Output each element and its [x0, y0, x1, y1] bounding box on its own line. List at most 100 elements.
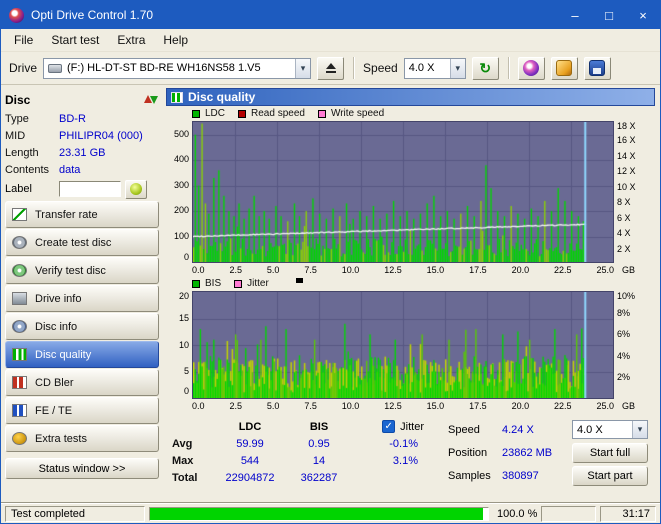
bis-column-header: BIS — [309, 420, 329, 433]
speed-stat-label: Speed — [448, 423, 480, 436]
drive-label: Drive — [9, 61, 38, 75]
sidebar-item-fe-te[interactable]: FE / TE — [5, 397, 159, 424]
start-part-button[interactable]: Start part — [572, 465, 648, 486]
disc-length-label: Length — [5, 146, 39, 159]
x-axis-unit: GB — [622, 400, 636, 411]
disc-contents-row: Contents data — [5, 161, 159, 178]
menu-file[interactable]: File — [5, 33, 42, 47]
write-speed-legend-swatch — [317, 109, 326, 118]
disc-tool-button[interactable] — [517, 56, 545, 80]
sidebar-item-cd-bler[interactable]: CD Bler — [5, 369, 159, 396]
disc-icon — [523, 60, 540, 76]
jitter-checkbox-label: Jitter — [400, 420, 424, 433]
cd-bler-icon — [12, 376, 27, 389]
panel-title: Disc quality — [188, 90, 256, 104]
eject-icon — [325, 63, 336, 69]
bis-chart-canvas — [192, 291, 614, 399]
status-window-button[interactable]: Status window >> — [5, 458, 159, 479]
app-window: Opti Drive Control 1.70 – □ × File Start… — [0, 0, 661, 524]
sidebar-item-drive-info[interactable]: Drive info — [5, 285, 159, 312]
x-axis-unit: GB — [622, 264, 636, 275]
disc-contents-value: data — [59, 163, 81, 176]
titlebar[interactable]: Opti Drive Control 1.70 – □ × — [1, 1, 660, 29]
eject-button[interactable] — [317, 56, 345, 80]
sidebar-item-transfer-rate[interactable]: Transfer rate — [5, 201, 159, 228]
label-disc-icon — [130, 183, 142, 195]
menu-extra[interactable]: Extra — [108, 33, 154, 47]
close-button[interactable]: × — [626, 1, 660, 29]
progress-bar — [149, 506, 489, 521]
write-label-button[interactable] — [125, 179, 147, 199]
menu-help[interactable]: Help — [154, 33, 197, 47]
ldc-legend-label: LDC — [205, 108, 226, 119]
sidebar-item-verify-test-disc[interactable]: Verify test disc — [5, 257, 159, 284]
eraser-icon — [556, 60, 573, 76]
avg-bis-value: 0.95 — [308, 437, 330, 450]
bis-legend-swatch — [192, 279, 200, 288]
minimize-button[interactable]: – — [558, 1, 592, 29]
speed-select[interactable]: 4.0 X ▾ — [403, 57, 466, 79]
max-jitter-value: 3.1% — [392, 454, 418, 467]
menu-start-test[interactable]: Start test — [42, 33, 108, 47]
refresh-speeds-button[interactable]: ↻ — [471, 56, 499, 80]
disc-label-input[interactable] — [59, 181, 121, 197]
bis-x-axis: 0.0 2.5 5.0 7.5 10.0 12.5 15.0 17.5 20.0 22.5 25.0… — [192, 400, 636, 411]
speed-stat-value: 4.24 X — [502, 423, 534, 436]
save-button[interactable] — [583, 56, 611, 80]
bottom-chart-legend: BIS Jitter — [192, 276, 655, 291]
total-row-label: Total — [172, 471, 198, 484]
floppy-icon — [589, 60, 606, 76]
sidebar-item-label: FE / TE — [35, 404, 73, 417]
sidebar-item-label: Drive info — [35, 292, 82, 305]
refresh-icon: ↻ — [479, 60, 492, 76]
write-speed-legend-label: Write speed — [330, 108, 385, 119]
legend-marker — [295, 278, 303, 283]
disc-quality-icon — [12, 348, 27, 361]
refresh-disc-icon[interactable] — [143, 93, 159, 107]
disc-mid-label: MID — [5, 129, 26, 142]
start-full-button[interactable]: Start full — [572, 442, 648, 463]
test-speed-select[interactable]: 4.0 X ▾ — [572, 420, 648, 439]
disc-section-title: Disc — [5, 93, 31, 107]
sidebar-item-disc-info[interactable]: Disc info — [5, 313, 159, 340]
jitter-checkbox[interactable]: ✓ — [382, 420, 396, 433]
transfer-rate-icon — [12, 208, 27, 221]
disc-mid-row: MID PHILIPR04 (000) — [5, 127, 159, 144]
samples-stat-value: 380897 — [502, 469, 539, 482]
sidebar-item-disc-quality[interactable]: Disc quality — [5, 341, 159, 368]
maximize-button[interactable]: □ — [592, 1, 626, 29]
toolbar: Drive (F:) HL-DT-ST BD-RE WH16NS58 1.V5 … — [1, 52, 660, 85]
disc-length-value: 23.31 GB — [59, 146, 106, 159]
elapsed-time: 31:17 — [600, 505, 656, 522]
sidebar-item-create-test-disc[interactable]: Create test disc — [5, 229, 159, 256]
bis-legend-label: BIS — [205, 278, 222, 289]
ldc-y-axis-left: 500 400 300 200 100 0 — [173, 129, 189, 262]
disc-contents-label: Contents — [5, 163, 50, 176]
chevron-down-icon[interactable]: ▾ — [295, 58, 311, 78]
disc-mid-value: PHILIPR04 (000) — [59, 129, 143, 142]
sidebar-item-extra-tests[interactable]: Extra tests — [5, 425, 159, 452]
disc-type-row: Type BD-R — [5, 110, 159, 127]
statusbar: Test completed 100.0 % 31:17 — [1, 503, 660, 523]
content: Disc Type BD-R MID PHILIPR04 (000) Lengt… — [1, 85, 660, 503]
menubar: File Start test Extra Help — [1, 29, 660, 52]
chevron-down-icon[interactable]: ▾ — [632, 421, 647, 438]
erase-tool-button[interactable] — [550, 56, 578, 80]
extra-tests-icon — [12, 432, 27, 445]
max-row-label: Max — [172, 454, 194, 467]
sidebar-item-label: Disc quality — [35, 348, 92, 361]
drive-select[interactable]: (F:) HL-DT-ST BD-RE WH16NS58 1.V5 ▾ — [43, 57, 312, 79]
statusbar-spacer — [541, 505, 596, 522]
progress-percent: 100.0 % — [497, 507, 538, 520]
chevron-down-icon[interactable]: ▾ — [449, 58, 465, 78]
jitter-legend-label: Jitter — [247, 278, 269, 289]
disc-info-icon — [12, 320, 27, 333]
speed-select-value: 4.0 X — [408, 62, 435, 74]
stats-area: LDC BIS ✓ Jitter Avg 59.99 0.95 -0.1% Ma… — [172, 418, 655, 487]
max-bis-value: 14 — [312, 454, 326, 467]
bis-y-axis-right: 10% 8% 6% 4% 2% — [617, 291, 636, 382]
total-bis-value: 362287 — [300, 471, 338, 484]
samples-stat-label: Samples — [448, 469, 491, 482]
test-controls: Speed 4.24 X 4.0 X ▾ Position 23862 MB S… — [448, 418, 648, 487]
sidebar-item-label: Create test disc — [35, 236, 112, 249]
